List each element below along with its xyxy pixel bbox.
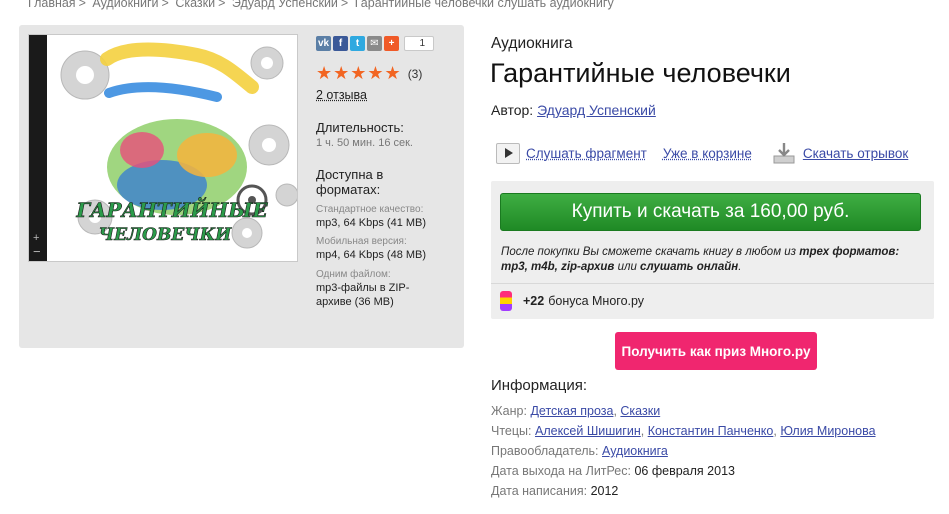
cover-illustration: ГАРАНТИЙНЫЕ ЧЕЛОВЕЧКИ [60, 42, 297, 249]
cover-title-line1: ГАРАНТИЙНЫЕ [75, 196, 268, 222]
breadcrumb-audiobooks[interactable]: Аудиокниги [92, 0, 158, 10]
in-cart-link[interactable]: Уже в корзине [663, 146, 752, 161]
release-date: 06 февраля 2013 [634, 464, 735, 478]
format-standard: Стандартное качество: mp3, 64 Kbps (41 M… [316, 203, 456, 230]
format-value: mp3, 64 Kbps (41 MB) [316, 217, 427, 229]
bonus-count: +22 [523, 294, 545, 308]
info-genre: Жанр: Детская проза, Сказки [491, 404, 661, 418]
formats-title: Доступна в форматах: [316, 167, 384, 197]
breadcrumb-separator: > [340, 0, 349, 10]
breadcrumb-current: Гарантийные человечки слушать аудиокнигу [354, 0, 614, 10]
breadcrumb-separator: > [218, 0, 226, 10]
info-title: Информация: [491, 377, 588, 394]
zoom-out-icon[interactable]: − [33, 245, 41, 258]
format-label: Одним файлом: [316, 269, 391, 280]
listen-fragment-link[interactable]: Слушать фрагмент [526, 146, 647, 161]
plus-icon[interactable]: + [384, 36, 399, 51]
readers-label: Чтецы: [491, 424, 532, 438]
buy-note-text: . [738, 261, 742, 273]
reader-link[interactable]: Константин Панченко [648, 424, 774, 438]
info-readers: Чтецы: Алексей Шишигин, Константин Панче… [491, 424, 876, 438]
bonus-text: бонуса Много.ру [548, 294, 645, 308]
book-summary-panel: + − ГАРАНТИЙНЫЕ ЧЕЛОВЕЧКИ vk f t ✉ + 1 ★… [19, 25, 464, 348]
vk-icon[interactable]: vk [316, 36, 331, 51]
info-written-year: Дата написания: 2012 [491, 484, 618, 498]
breadcrumb-separator: > [161, 0, 169, 10]
release-label: Дата выхода на ЛитРес: [491, 464, 631, 478]
rating-stars[interactable]: ★★★★★ [316, 63, 402, 84]
genre-link[interactable]: Детская проза [530, 404, 613, 418]
divider [491, 283, 934, 284]
breadcrumb-author[interactable]: Эдуард Успенский [232, 0, 338, 10]
author-link[interactable]: Эдуард Успенский [537, 102, 656, 118]
download-icon[interactable] [772, 142, 796, 164]
download-excerpt-link[interactable]: Скачать отрывок [803, 146, 908, 161]
rights-holder-link[interactable]: Аудиокнига [602, 444, 668, 458]
bonus-info: +22 бонуса Много.ру [500, 291, 644, 311]
prize-button[interactable]: Получить как приз Много.ру [615, 332, 817, 370]
breadcrumb: Главная > Аудиокниги > Сказки > Эдуард Успе… [28, 0, 614, 10]
buy-note-text: или [614, 261, 641, 273]
written-year: 2012 [590, 484, 619, 498]
format-label: Стандартное качество: [316, 204, 424, 215]
format-value: mp3-файлы в ZIP-архиве (36 MB) [316, 282, 410, 308]
breadcrumb-home[interactable]: Главная [28, 0, 76, 10]
buy-panel: Купить и скачать за 160,00 руб. После по… [491, 181, 934, 319]
buy-note: После покупки Вы сможете скачать книгу в… [501, 245, 926, 275]
cover-image[interactable]: + − ГАРАНТИЙНЫЕ ЧЕЛОВЕЧКИ [28, 34, 298, 262]
twitter-icon[interactable]: t [350, 36, 365, 51]
format-value: mp4, 64 Kbps (48 MB) [316, 249, 427, 261]
duration-value: 1 ч. 50 мин. 16 сек. [316, 137, 413, 149]
written-label: Дата написания: [491, 484, 588, 498]
facebook-icon[interactable]: f [333, 36, 348, 51]
book-type-label: Аудиокнига [491, 35, 573, 52]
format-mobile: Мобильная версия: mp4, 64 Kbps (48 MB) [316, 235, 456, 262]
mnogo-ru-icon [500, 291, 512, 311]
format-label: Мобильная версия: [316, 236, 407, 247]
share-buttons: vk f t ✉ + 1 [316, 36, 434, 51]
action-row: Слушать фрагмент Уже в корзине Скачать о… [496, 142, 908, 164]
reviews-link[interactable]: 2 отзыва [316, 88, 367, 102]
genre-label: Жанр: [491, 404, 527, 418]
play-icon [505, 148, 513, 158]
breadcrumb-separator: > [78, 0, 86, 10]
cover-title-line2: ЧЕЛОВЕЧКИ [99, 225, 233, 245]
share-count: 1 [404, 36, 434, 51]
rating: ★★★★★ (3) [316, 63, 422, 84]
buy-button[interactable]: Купить и скачать за 160,00 руб. [500, 193, 921, 231]
zoom-in-icon[interactable]: + [33, 233, 39, 244]
duration-label: Длительность: [316, 120, 404, 135]
breadcrumb-fairy-tales[interactable]: Сказки [175, 0, 215, 10]
play-button[interactable] [496, 142, 520, 164]
cover-spine: + − [29, 35, 47, 261]
mail-icon[interactable]: ✉ [367, 36, 382, 51]
reader-link[interactable]: Юлия Миронова [780, 424, 875, 438]
page-title: Гарантийные человечки [490, 58, 791, 88]
rights-label: Правообладатель: [491, 444, 599, 458]
buy-note-text: После покупки Вы сможете скачать книгу в… [501, 246, 800, 258]
buy-note-online: слушать онлайн [640, 261, 739, 273]
author-label: Автор: [491, 102, 534, 118]
format-single-file: Одним файлом: mp3-файлы в ZIP-архиве (36… [316, 268, 456, 309]
info-rights-holder: Правообладатель: Аудиокнига [491, 444, 668, 458]
rating-count: (3) [407, 66, 423, 81]
reader-link[interactable]: Алексей Шишигин [535, 424, 641, 438]
author-line: Автор: Эдуард Успенский [491, 102, 656, 118]
info-release-date: Дата выхода на ЛитРес: 06 февраля 2013 [491, 464, 735, 478]
genre-link[interactable]: Сказки [620, 404, 660, 418]
